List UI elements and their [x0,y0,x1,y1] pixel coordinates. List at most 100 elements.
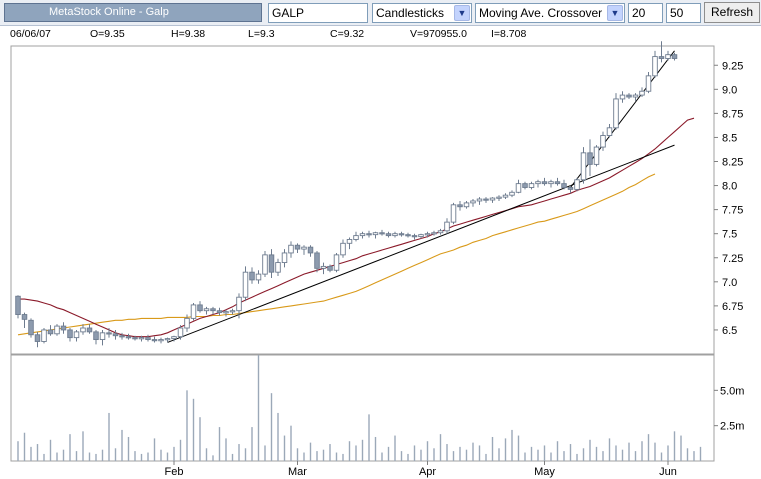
candle-body [340,242,346,256]
candle-body [132,337,138,340]
candle-body [424,233,431,236]
candle-body [47,329,54,335]
candle-body [249,271,255,281]
candle-body [548,181,554,185]
candle-body [600,135,606,148]
candle-body [327,265,333,271]
candle [580,147,587,184]
candle-body [288,244,294,254]
price-tick-label: 7.75 [722,205,743,217]
candle-body [496,196,502,199]
date-tick-label: Apr [419,466,436,478]
price-tick-label: 9.25 [722,60,743,72]
candle-body [626,94,632,98]
candle-body [606,127,613,136]
candle-body [138,337,145,340]
candle-body [645,75,652,92]
date-tick-label: Jun [659,466,677,478]
candle-body [652,56,658,77]
candle-body [216,310,223,314]
date-tick-label: Feb [165,466,184,478]
candle-body [658,56,665,59]
candle-body [405,234,411,237]
candle-body [242,271,249,298]
candle-body [431,232,437,235]
candle-body [60,325,67,331]
candle-body [268,254,275,273]
candle-body [671,54,678,59]
candle-body [593,146,600,165]
candle [574,177,580,192]
candle-body [450,204,457,223]
price-tick-label: 6.75 [722,301,743,313]
date-axis: Feb Mar Apr May Jun [165,461,677,478]
candle-body [483,198,489,201]
candle [28,318,34,338]
candle-body [67,329,73,339]
candle-body [515,183,522,193]
candle-body [639,90,645,96]
candle-body [294,244,301,250]
date-tick-label: Mar [288,466,307,478]
candle-body [301,246,307,250]
candle-body [125,336,132,339]
candle-body [346,239,353,244]
price-tick-label: 6.5 [722,325,737,337]
candle-body [307,246,314,254]
candle-body [223,311,229,314]
candle-body [509,191,515,196]
price-tick-label: 8.0 [722,181,737,193]
candle-body [392,233,398,237]
volume-axis: 5.0m 2.5m [714,385,744,433]
candle-body [28,319,34,336]
candle-body [112,333,119,337]
candle-body [80,327,86,333]
candle-body [476,198,483,202]
candle-body [470,200,476,204]
candle-body [190,304,197,319]
candle-body [54,325,60,335]
candle-body [106,332,112,335]
candle-body [333,254,340,271]
price-tick-label: 9.0 [722,84,737,96]
candle-body [489,197,496,201]
candle [190,302,197,321]
candle-body [613,98,619,129]
candle-body [34,334,41,342]
candle-body [541,181,548,185]
candle-body [457,204,463,208]
volume-tick-label: 5.0m [720,385,744,397]
candle-body [398,233,405,236]
candle-body [164,338,171,341]
candle-body [437,230,444,234]
candle-body [665,54,671,59]
price-tick-label: 7.25 [722,253,743,265]
candle-body [561,183,567,188]
candle-body [385,233,392,237]
candle-body [73,331,80,339]
candle [593,145,600,167]
candle-body [418,234,424,238]
candle-body [158,339,164,342]
candle-body [580,152,587,181]
candle-body [554,181,561,185]
candle [450,202,457,225]
candle [613,93,619,130]
candle-body [15,295,21,315]
candle-body [444,221,450,232]
candle-body [359,233,366,237]
price-chart[interactable]: 9.25 9.0 8.75 8.5 8.25 8.0 7.75 7.5 7.25 7.0 6.75 6… [0,0,761,479]
candle-body [255,273,262,281]
candle-body [262,254,268,275]
candle-body [86,327,93,333]
candle-body [502,194,509,198]
candle [15,295,21,319]
candle-body [281,252,288,264]
candle-body [632,94,639,98]
candle-body [99,332,106,341]
candle-body [379,232,385,235]
candle-body [463,202,470,208]
price-tick-label: 8.75 [722,108,743,120]
candle-body [21,314,28,320]
candle-body [93,331,99,341]
